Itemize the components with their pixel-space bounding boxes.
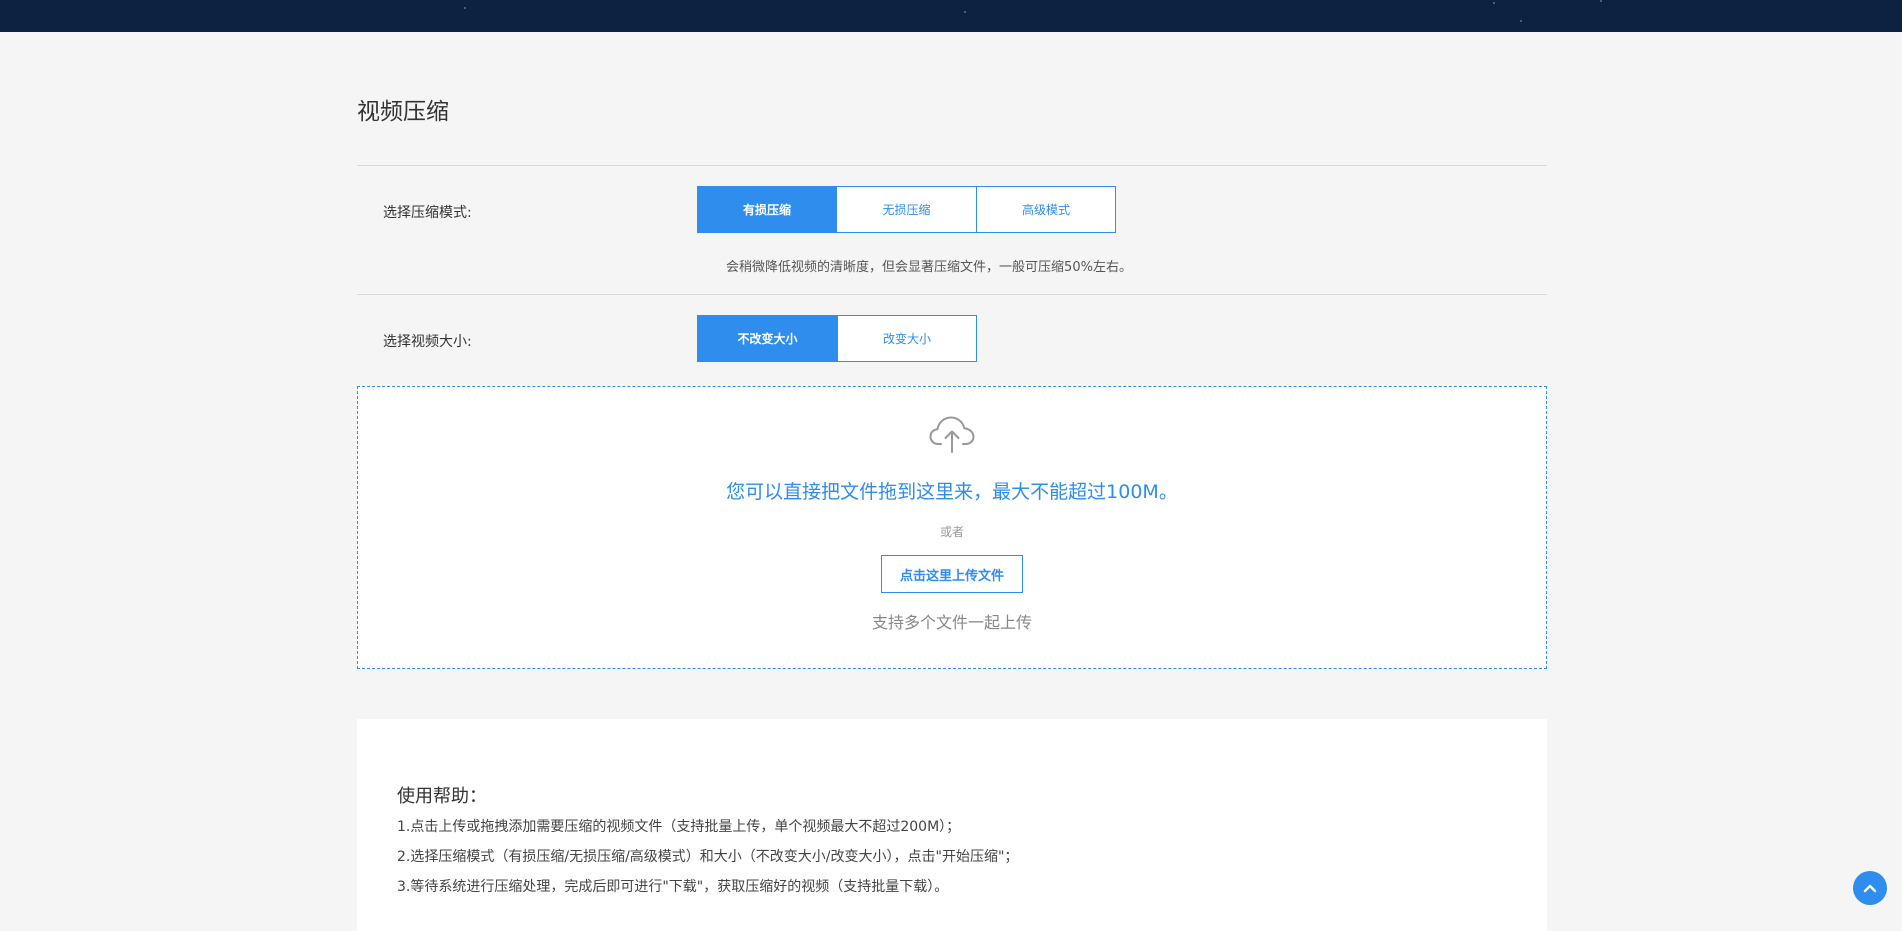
lossless-compression-button[interactable]: 无损压缩 <box>836 186 977 233</box>
help-panel: 使用帮助： 1.点击上传或拖拽添加需要压缩的视频文件（支持批量上传，单个视频最大… <box>357 719 1547 931</box>
help-item: 3.等待系统进行压缩处理，完成后即可进行"下载"，获取压缩好的视频（支持批量下载… <box>397 879 949 895</box>
star-decoration <box>1493 2 1495 4</box>
keep-size-button[interactable]: 不改变大小 <box>697 315 838 362</box>
star-decoration <box>1600 0 1602 2</box>
chevron-up-icon <box>1863 884 1877 893</box>
star-decoration <box>1520 20 1522 22</box>
top-navigation-bar <box>0 0 1902 32</box>
back-to-top-button[interactable] <box>1853 871 1887 905</box>
help-item: 1.点击上传或拖拽添加需要压缩的视频文件（支持批量上传，单个视频最大不超过200… <box>397 819 961 835</box>
help-item: 2.选择压缩模式（有损压缩/无损压缩/高级模式）和大小（不改变大小/改变大小），… <box>397 849 1019 865</box>
compression-mode-description: 会稍微降低视频的清晰度，但会显著压缩文件，一般可压缩50%左右。 <box>0 256 1902 275</box>
change-size-button[interactable]: 改变大小 <box>837 315 977 362</box>
help-title: 使用帮助： <box>397 786 487 807</box>
video-size-group: 不改变大小 改变大小 <box>697 315 977 362</box>
divider <box>357 165 1547 166</box>
file-drop-zone[interactable]: 您可以直接把文件拖到这里来，最大不能超过100M。 或者 点击这里上传文件 支持… <box>357 386 1547 669</box>
advanced-mode-button[interactable]: 高级模式 <box>976 186 1116 233</box>
cloud-upload-icon <box>929 416 975 453</box>
divider <box>357 294 1547 295</box>
star-decoration <box>964 11 966 13</box>
compression-mode-group: 有损压缩 无损压缩 高级模式 <box>697 186 1116 233</box>
multi-upload-note: 支持多个文件一起上传 <box>871 613 1032 632</box>
compression-mode-description-text: 会稍微降低视频的清晰度，但会显著压缩文件，一般可压缩50%左右。 <box>726 260 1132 275</box>
compression-mode-label: 选择压缩模式: <box>383 205 472 221</box>
drop-instruction: 您可以直接把文件拖到这里来，最大不能超过100M。 <box>726 481 1178 503</box>
page-title: 视频压缩 <box>357 99 449 125</box>
or-separator: 或者 <box>939 525 964 539</box>
video-size-label: 选择视频大小: <box>383 334 472 350</box>
upload-file-button[interactable]: 点击这里上传文件 <box>881 555 1023 593</box>
lossy-compression-button[interactable]: 有损压缩 <box>697 186 837 233</box>
star-decoration <box>464 7 466 9</box>
